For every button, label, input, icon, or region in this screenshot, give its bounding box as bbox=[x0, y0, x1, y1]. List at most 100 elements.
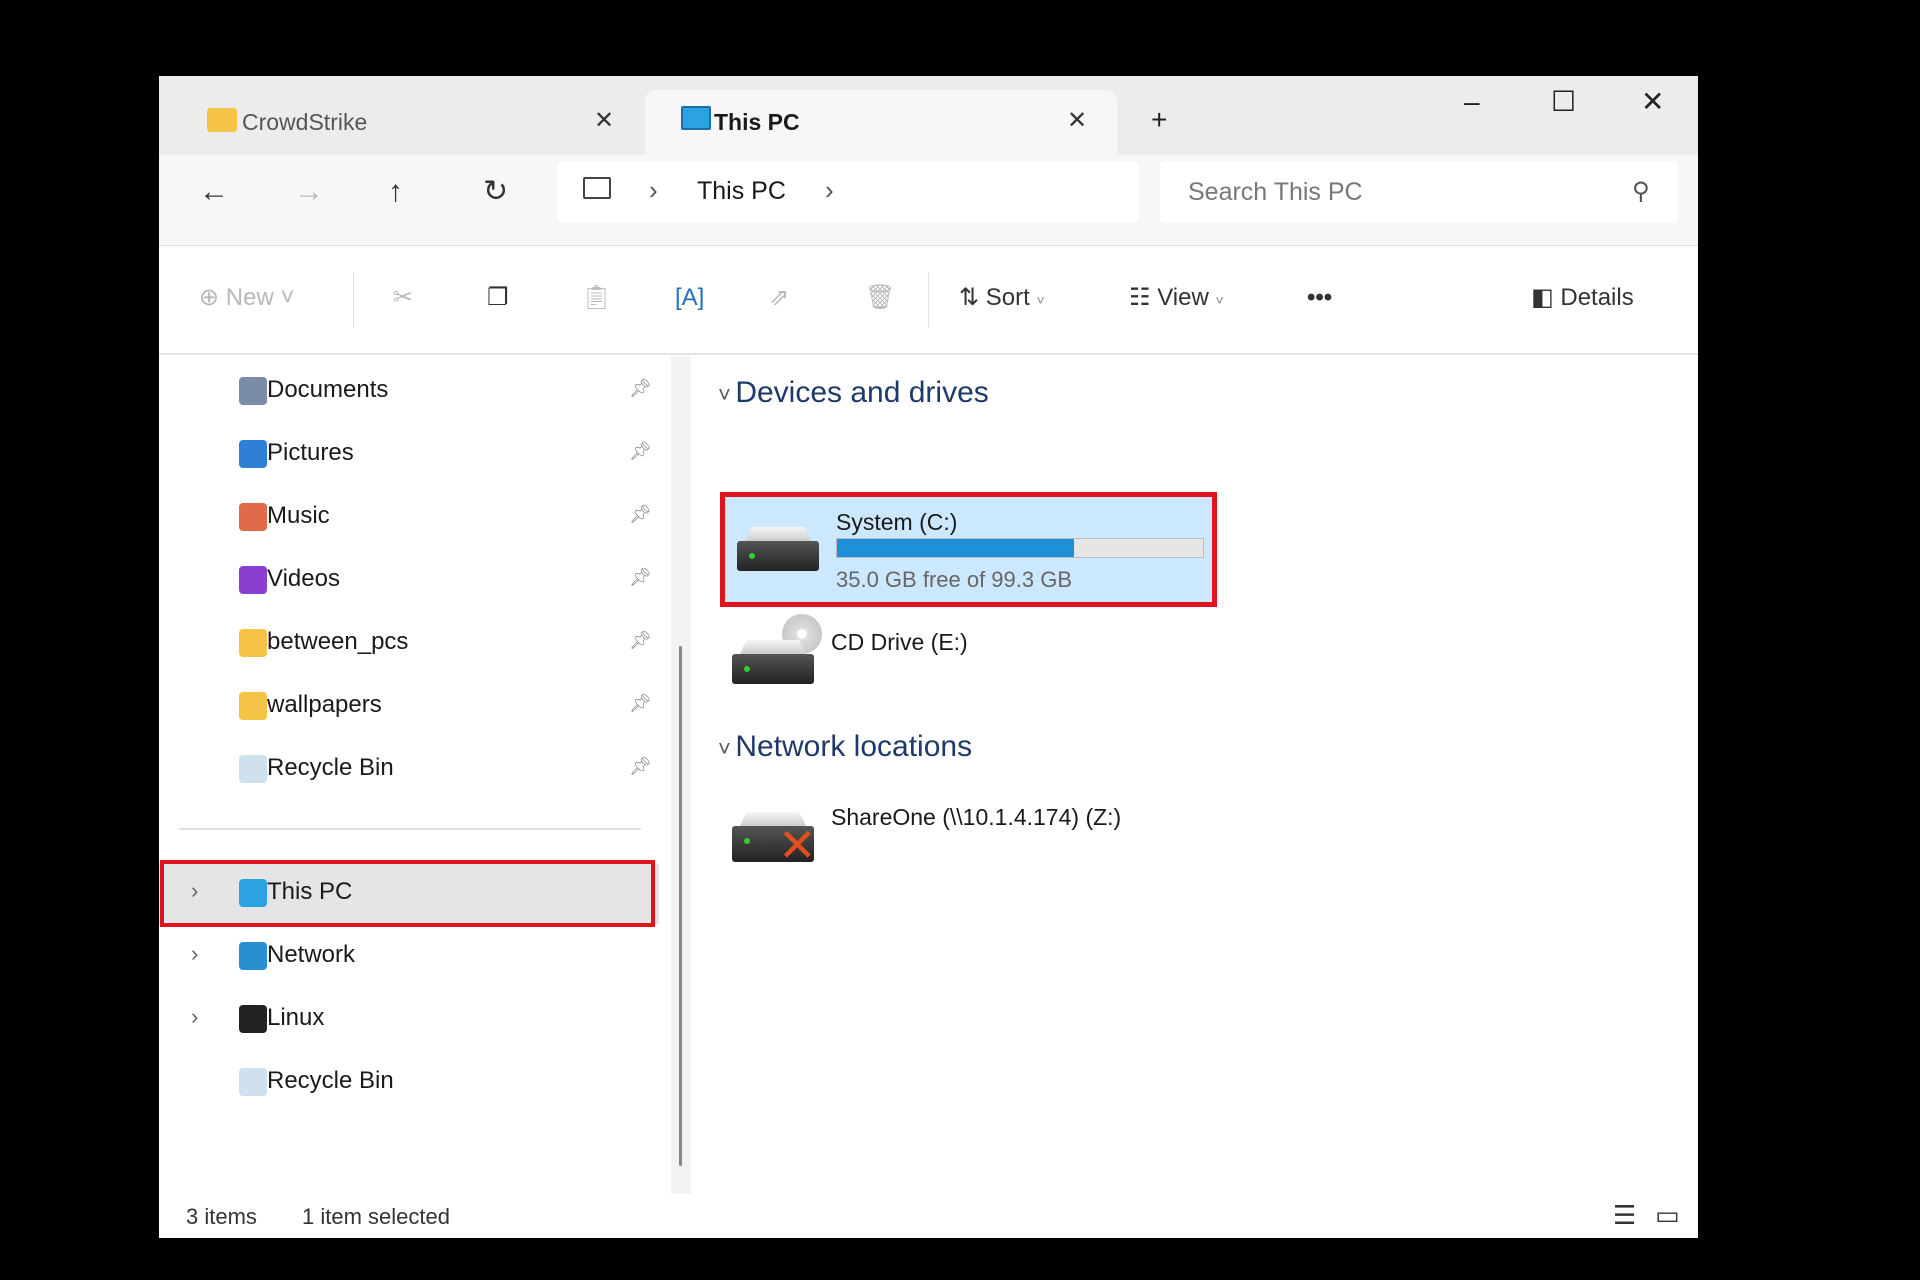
address-bar[interactable]: › This PC › bbox=[557, 161, 1139, 223]
file-explorer-window: CrowdStrike ✕ This PC ✕ + – ☐ ✕ ← → ↑ ↻ … bbox=[159, 76, 1698, 1238]
folder-icon bbox=[239, 692, 267, 720]
pin-icon[interactable]: 📌︎ bbox=[629, 630, 652, 651]
copy-icon[interactable]: ❐ bbox=[487, 286, 509, 310]
group-title: Network locations bbox=[735, 730, 973, 763]
sidebar-item-recycle-bin[interactable]: Recycle Bin 📌︎ bbox=[159, 740, 659, 800]
documents-icon bbox=[239, 377, 267, 405]
chevron-right-icon[interactable]: › bbox=[191, 1004, 198, 1030]
large-icons-view-icon[interactable]: ▭ bbox=[1655, 1200, 1680, 1231]
up-button[interactable]: ↑ bbox=[388, 177, 403, 207]
paste-icon[interactable]: 📋︎ bbox=[581, 286, 611, 310]
recycle-bin-icon bbox=[239, 1068, 267, 1096]
divider bbox=[179, 828, 641, 830]
details-button[interactable]: ◧ Details bbox=[1531, 286, 1634, 310]
folder-icon bbox=[207, 108, 237, 132]
close-window-button[interactable]: ✕ bbox=[1641, 88, 1664, 116]
pin-icon[interactable]: 📌︎ bbox=[629, 378, 652, 399]
drive-system-c[interactable]: System (C:) 35.0 GB free of 99.3 GB bbox=[720, 492, 1217, 607]
chevron-right-icon[interactable]: › bbox=[191, 878, 198, 904]
address-row: ← → ↑ ↻ › This PC › Search This PC ⚲ bbox=[159, 155, 1698, 245]
sidebar-item-videos[interactable]: Videos 📌︎ bbox=[159, 551, 659, 611]
minimize-button[interactable]: – bbox=[1464, 88, 1480, 116]
sidebar-item-label: Pictures bbox=[267, 439, 354, 466]
drive-shareone-z[interactable]: ✕ ShareOne (\\10.1.4.174) (Z:) bbox=[720, 792, 1217, 882]
command-bar: ⊕ New ˅ ✂ ❐ 📋︎ [A] ⇗ 🗑︎ ⇅ Sort ˅ ☷ View … bbox=[159, 245, 1698, 355]
close-tab-icon[interactable]: ✕ bbox=[594, 106, 614, 135]
group-header-network[interactable]: ˅ Network locations bbox=[718, 730, 972, 764]
music-icon bbox=[239, 503, 267, 531]
close-tab-icon[interactable]: ✕ bbox=[1067, 106, 1087, 135]
navigation-pane: Documents 📌︎ Pictures 📌︎ Music 📌︎ Videos 📌︎ betw… bbox=[159, 356, 659, 1194]
sidebar-item-this-pc[interactable]: › This PC bbox=[159, 864, 659, 924]
sort-button[interactable]: ⇅ Sort ˅ bbox=[959, 286, 1045, 310]
search-input[interactable]: Search This PC bbox=[1188, 178, 1363, 207]
network-icon bbox=[239, 942, 267, 970]
new-label: New bbox=[225, 284, 274, 311]
sidebar-item-music[interactable]: Music 📌︎ bbox=[159, 488, 659, 548]
sidebar-item-pictures[interactable]: Pictures 📌︎ bbox=[159, 425, 659, 485]
status-bar: 3 items 1 item selected ☰ ▭ bbox=[159, 1194, 1698, 1238]
details-view-icon[interactable]: ☰ bbox=[1613, 1200, 1636, 1231]
sidebar-item-network[interactable]: › Network bbox=[159, 927, 659, 987]
tab-bar: CrowdStrike ✕ This PC ✕ + – ☐ ✕ bbox=[159, 76, 1698, 155]
pin-icon[interactable]: 📌︎ bbox=[629, 441, 652, 462]
scrollbar-thumb[interactable] bbox=[679, 646, 682, 1166]
sidebar-item-label: wallpapers bbox=[267, 691, 382, 718]
plus-circle-icon: ⊕ bbox=[199, 284, 220, 311]
breadcrumb-chevron[interactable]: › bbox=[649, 175, 658, 206]
sidebar-item-label: between_pcs bbox=[267, 628, 409, 655]
pin-icon[interactable]: 📌︎ bbox=[629, 504, 652, 525]
refresh-button[interactable]: ↻ bbox=[483, 177, 508, 207]
breadcrumb-this-pc[interactable]: This PC bbox=[697, 177, 786, 206]
tab-label: This PC bbox=[714, 109, 800, 135]
sidebar-item-linux[interactable]: › Linux bbox=[159, 990, 659, 1050]
more-options-button[interactable]: ••• bbox=[1307, 286, 1332, 310]
back-button[interactable]: ← bbox=[199, 177, 229, 207]
new-button[interactable]: ⊕ New ˅ bbox=[199, 286, 294, 310]
sidebar-item-label: Network bbox=[267, 941, 356, 968]
sort-icon: ⇅ bbox=[959, 284, 980, 311]
maximize-button[interactable]: ☐ bbox=[1551, 88, 1576, 116]
delete-icon[interactable]: 🗑︎ bbox=[865, 286, 895, 310]
sidebar-item-label: Recycle Bin bbox=[267, 1067, 394, 1094]
search-icon[interactable]: ⚲ bbox=[1632, 177, 1650, 206]
sidebar-item-recycle-bin[interactable]: Recycle Bin bbox=[159, 1053, 659, 1113]
folder-icon bbox=[239, 629, 267, 657]
cd-drive-icon bbox=[732, 654, 814, 684]
sidebar-item-label: Music bbox=[267, 502, 330, 529]
breadcrumb-chevron[interactable]: › bbox=[825, 175, 834, 206]
item-count: 3 items bbox=[186, 1204, 257, 1229]
sort-label: Sort bbox=[985, 284, 1030, 311]
sidebar-item-label: Documents bbox=[267, 376, 389, 403]
divider bbox=[353, 272, 354, 328]
linux-penguin-icon bbox=[239, 1005, 267, 1033]
selection-count: 1 item selected bbox=[302, 1204, 450, 1229]
details-label: Details bbox=[1560, 284, 1634, 311]
videos-icon bbox=[239, 566, 267, 594]
search-box[interactable]: Search This PC ⚲ bbox=[1160, 161, 1678, 223]
pin-icon[interactable]: 📌︎ bbox=[629, 756, 652, 777]
monitor-icon bbox=[239, 879, 267, 907]
tab-this-pc[interactable]: This PC ✕ bbox=[645, 90, 1117, 155]
rename-icon[interactable]: [A] bbox=[675, 286, 704, 310]
sidebar-item-wallpapers[interactable]: wallpapers 📌︎ bbox=[159, 677, 659, 737]
pin-icon[interactable]: 📌︎ bbox=[629, 693, 652, 714]
new-tab-button[interactable]: + bbox=[1151, 106, 1167, 134]
sidebar-item-between-pcs[interactable]: between_pcs 📌︎ bbox=[159, 614, 659, 674]
sidebar-item-label: Recycle Bin bbox=[267, 754, 394, 781]
chevron-down-icon: ˅ bbox=[718, 736, 731, 761]
disconnected-x-icon: ✕ bbox=[778, 819, 817, 871]
group-header-devices[interactable]: ˅ Devices and drives bbox=[718, 376, 989, 410]
share-icon[interactable]: ⇗ bbox=[769, 286, 789, 310]
tab-crowdstrike[interactable]: CrowdStrike ✕ bbox=[159, 90, 643, 155]
cut-icon[interactable]: ✂ bbox=[393, 286, 413, 310]
sidebar-item-documents[interactable]: Documents 📌︎ bbox=[159, 362, 659, 422]
chevron-right-icon[interactable]: › bbox=[191, 941, 198, 967]
view-button[interactable]: ☷ View ˅ bbox=[1129, 286, 1224, 310]
forward-button[interactable]: → bbox=[294, 177, 324, 207]
pin-icon[interactable]: 📌︎ bbox=[629, 567, 652, 588]
drive-cd-e[interactable]: CD Drive (E:) bbox=[720, 612, 1217, 692]
tab-label: CrowdStrike bbox=[242, 109, 368, 135]
sidebar-scrollbar[interactable] bbox=[671, 356, 691, 1194]
chevron-down-icon: ˅ bbox=[718, 382, 731, 407]
